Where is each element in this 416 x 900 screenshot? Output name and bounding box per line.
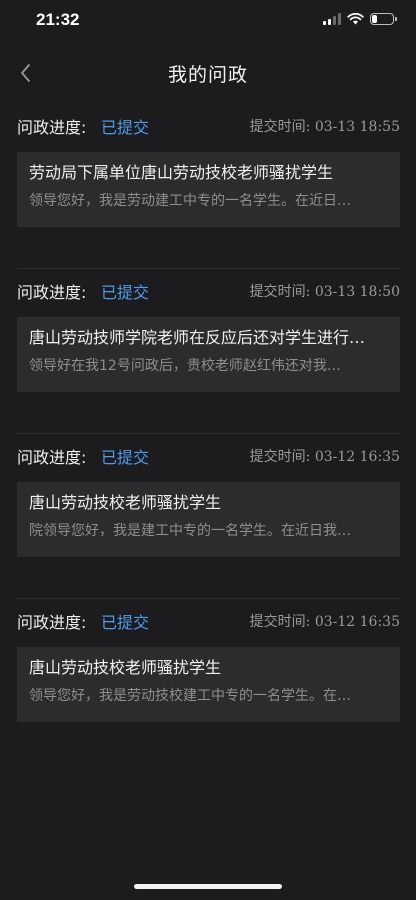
navigation-bar: 我的问政	[0, 50, 416, 96]
status-badge: 已提交	[101, 283, 150, 302]
question-card[interactable]: 唐山劳动技校老师骚扰学生 院领导您好，我是建工中专的一名学生。在近日我…	[17, 482, 400, 557]
submit-time: 提交时间: 03-13 18:55	[249, 119, 400, 135]
question-description: 领导好在我12号问政后，贵校老师赵红伟还对我…	[29, 358, 341, 374]
progress-label: 问政进度:	[17, 283, 87, 302]
question-card[interactable]: 唐山劳动技校老师骚扰学生 领导您好，我是劳动技校建工中专的一名学生。在…	[17, 647, 400, 722]
status-badge: 已提交	[101, 613, 150, 632]
submit-time: 提交时间: 03-13 18:50	[249, 284, 400, 300]
home-indicator[interactable]	[134, 884, 282, 889]
status-time: 21:32	[36, 10, 80, 29]
question-description: 领导您好，我是劳动技校建工中专的一名学生。在…	[29, 688, 351, 704]
question-title: 劳动局下属单位唐山劳动技校老师骚扰学生	[29, 163, 334, 182]
cellular-signal-icon	[323, 13, 341, 25]
list-item: 问政进度: 已提交 提交时间: 03-12 16:35 唐山劳动技校老师骚扰学生…	[0, 434, 416, 599]
list-item: 问政进度: 已提交 提交时间: 03-13 18:55 劳动局下属单位唐山劳动技…	[0, 104, 416, 269]
question-title: 唐山劳动技校老师骚扰学生	[29, 658, 222, 677]
entry-header: 问政进度: 已提交 提交时间: 03-12 16:35	[17, 442, 400, 470]
question-description: 院领导您好，我是建工中专的一名学生。在近日我…	[29, 523, 351, 539]
progress-label: 问政进度:	[17, 613, 87, 632]
battery-icon	[370, 13, 397, 25]
list-item: 问政进度: 已提交 提交时间: 03-12 16:35 唐山劳动技校老师骚扰学生…	[0, 599, 416, 764]
wifi-icon	[347, 13, 364, 25]
entry-header: 问政进度: 已提交 提交时间: 03-13 18:50	[17, 277, 400, 305]
submit-time: 提交时间: 03-12 16:35	[249, 614, 400, 630]
progress-label: 问政进度:	[17, 118, 87, 137]
question-title: 唐山劳动技师学院老师在反应后还对学生进行…	[29, 328, 366, 347]
question-card[interactable]: 唐山劳动技师学院老师在反应后还对学生进行… 领导好在我12号问政后，贵校老师赵红…	[17, 317, 400, 392]
entry-header: 问政进度: 已提交 提交时间: 03-12 16:35	[17, 607, 400, 635]
question-card[interactable]: 劳动局下属单位唐山劳动技校老师骚扰学生 领导您好，我是劳动建工中专的一名学生。在…	[17, 152, 400, 227]
status-badge: 已提交	[101, 448, 150, 467]
submit-time: 提交时间: 03-12 16:35	[249, 449, 400, 465]
status-bar: 21:32	[0, 0, 416, 44]
list-item: 问政进度: 已提交 提交时间: 03-13 18:50 唐山劳动技师学院老师在反…	[0, 269, 416, 434]
question-title: 唐山劳动技校老师骚扰学生	[29, 493, 222, 512]
progress-label: 问政进度:	[17, 448, 87, 467]
page-title: 我的问政	[167, 64, 248, 86]
question-list: 问政进度: 已提交 提交时间: 03-13 18:55 劳动局下属单位唐山劳动技…	[0, 104, 416, 764]
status-icons	[323, 13, 397, 25]
status-badge: 已提交	[101, 118, 150, 137]
entry-header: 问政进度: 已提交 提交时间: 03-13 18:55	[17, 112, 400, 140]
question-description: 领导您好，我是劳动建工中专的一名学生。在近日…	[29, 193, 351, 209]
